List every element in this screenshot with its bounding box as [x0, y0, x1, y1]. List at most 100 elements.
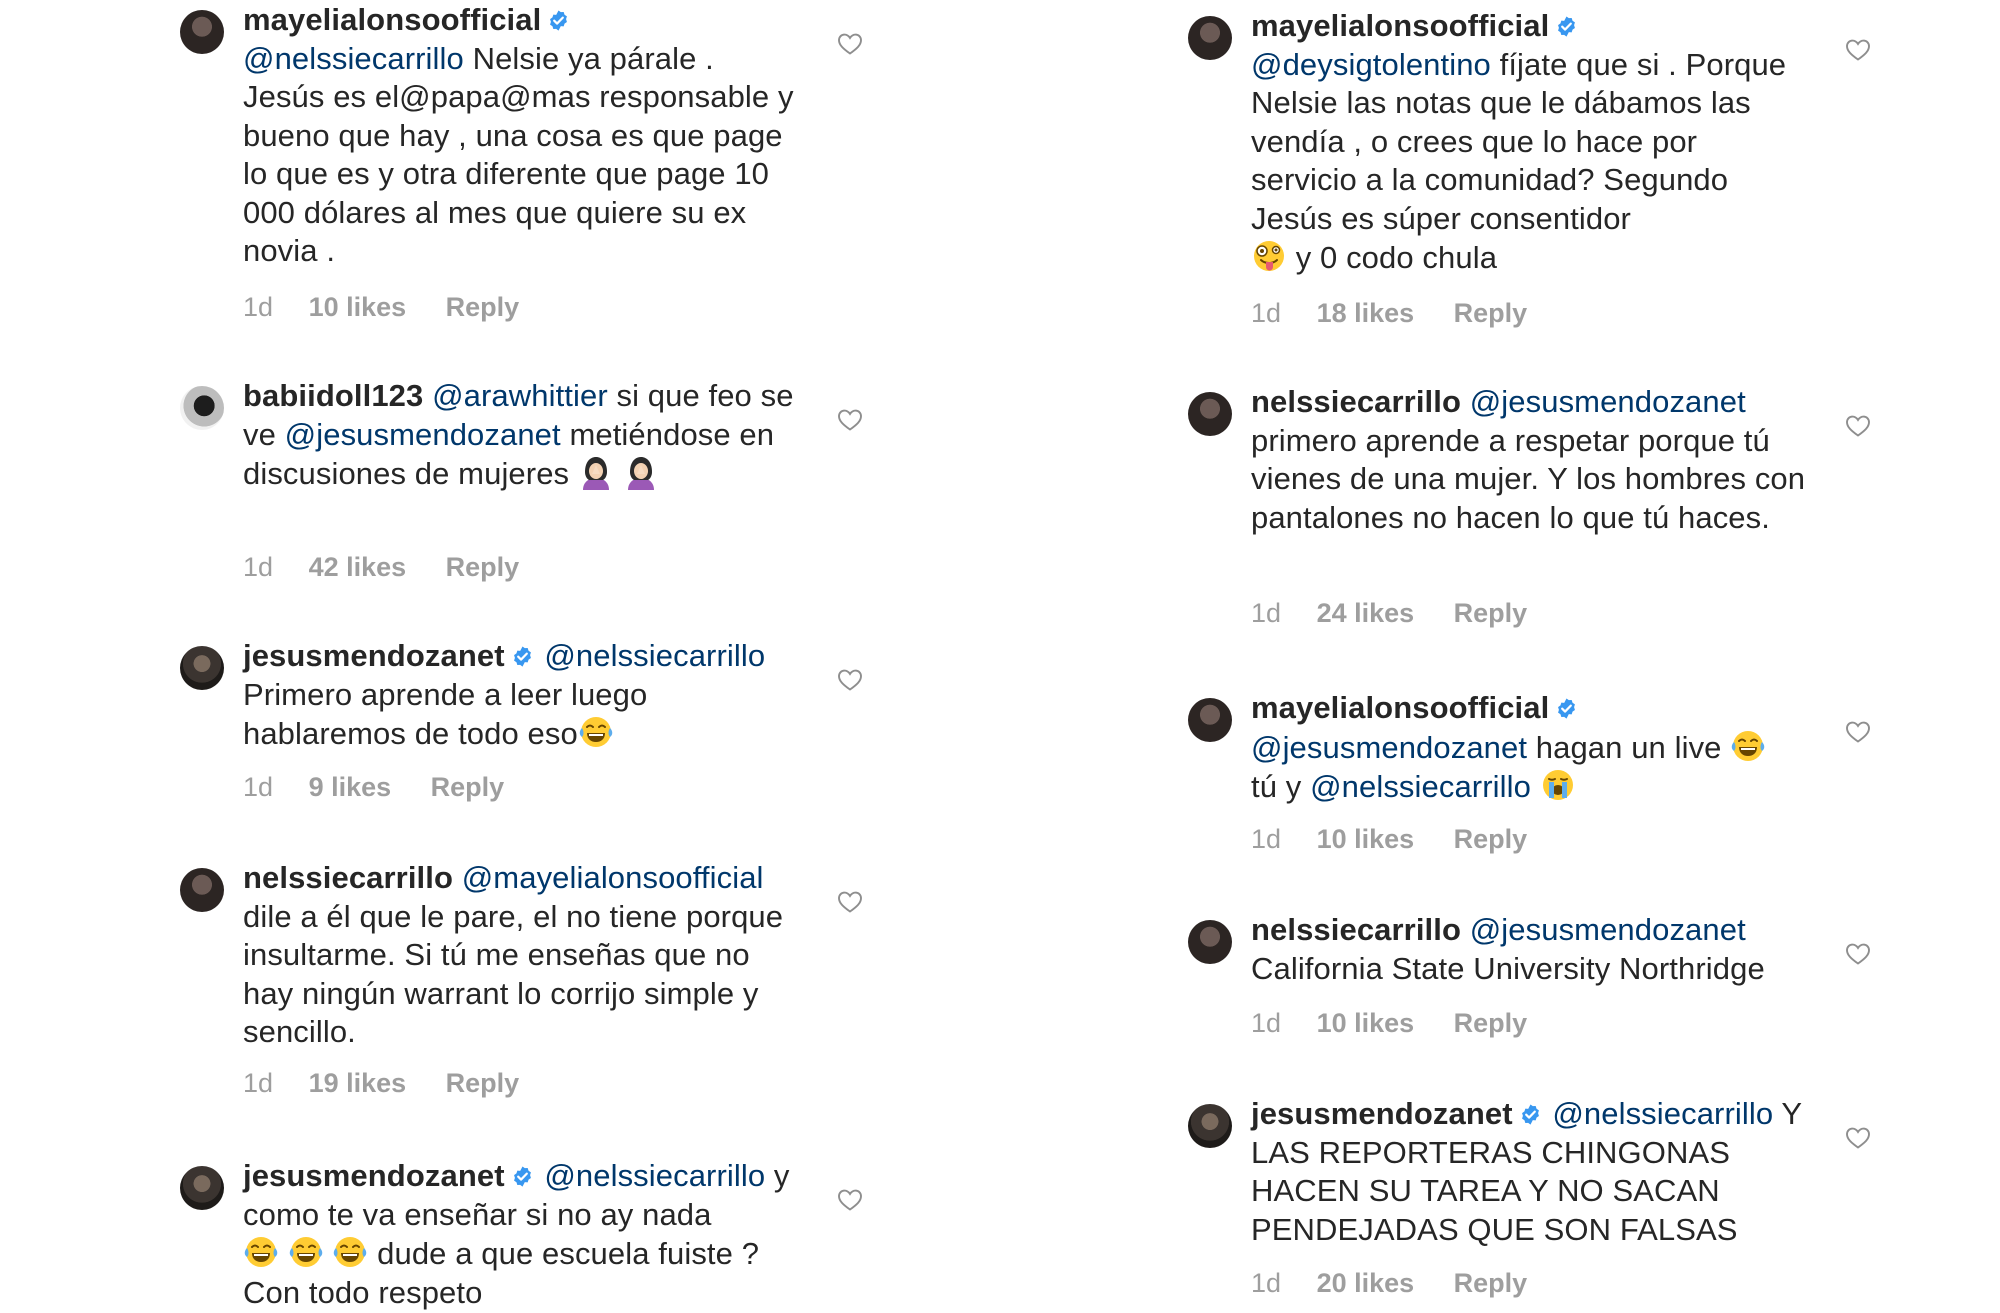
heart-outline-icon[interactable]	[837, 408, 863, 432]
timestamp: 1d	[243, 292, 274, 322]
comment-body: hagan un live	[1535, 729, 1722, 765]
comment-text: jesusmendozanet @nelssiecarrillo y como …	[243, 1157, 803, 1312]
avatar[interactable]	[1188, 392, 1232, 436]
heart-outline-icon[interactable]	[1845, 38, 1871, 62]
avatar[interactable]	[180, 386, 224, 430]
timestamp: 1d	[243, 552, 274, 582]
comment-text: nelssiecarrillo @jesusmendozanet Califor…	[1251, 911, 1811, 988]
comment-text: mayelialonsoofficial @nelssiecarrillo Ne…	[243, 1, 803, 271]
username[interactable]: mayelialonsoofficial	[1251, 8, 1549, 43]
reply-button[interactable]: Reply	[446, 1068, 520, 1098]
zany-face-emoji	[1251, 238, 1287, 274]
comment-meta: 1d 10 likes Reply	[1251, 824, 1559, 855]
username[interactable]: nelssiecarrillo	[243, 860, 453, 895]
mention-link[interactable]: @nelssiecarrillo	[544, 1158, 765, 1193]
comment-text: jesusmendozanet @nelssiecarrillo Y LAS R…	[1251, 1095, 1811, 1249]
timestamp: 1d	[1251, 298, 1282, 328]
mention-link[interactable]: @arawhittier	[432, 378, 608, 413]
laughing-tears-emoji	[1730, 728, 1766, 764]
heart-outline-icon[interactable]	[1845, 942, 1871, 966]
heart-outline-icon[interactable]	[837, 890, 863, 914]
verified-badge-icon	[511, 645, 534, 668]
username[interactable]: jesusmendozanet	[243, 638, 505, 673]
mention-link[interactable]: @mayelialonsoofficial	[462, 860, 764, 895]
comment-text: jesusmendozanet @nelssiecarrillo Primero…	[243, 637, 803, 754]
heart-outline-icon[interactable]	[837, 668, 863, 692]
avatar[interactable]	[1188, 16, 1232, 60]
comment-meta: 1d 9 likes Reply	[243, 772, 536, 803]
comment-body: y 0 codo chula	[1295, 240, 1498, 275]
verified-badge-icon	[1555, 15, 1578, 38]
likes-count[interactable]: 18 likes	[1317, 298, 1415, 328]
timestamp: 1d	[1251, 598, 1282, 628]
avatar[interactable]	[180, 10, 224, 54]
username[interactable]: jesusmendozanet	[1251, 1096, 1513, 1131]
likes-count[interactable]: 10 likes	[309, 292, 407, 322]
verified-badge-icon	[547, 9, 570, 32]
reply-button[interactable]: Reply	[446, 552, 520, 582]
heart-outline-icon[interactable]	[1845, 1126, 1871, 1150]
loudly-crying-emoji	[1540, 767, 1576, 803]
likes-count[interactable]: 24 likes	[1317, 598, 1415, 628]
reply-button[interactable]: Reply	[1454, 1268, 1528, 1298]
reply-button[interactable]: Reply	[1454, 598, 1528, 628]
mention-link[interactable]: @deysigtolentino	[1251, 47, 1491, 82]
reply-button[interactable]: Reply	[1454, 298, 1528, 328]
heart-outline-icon[interactable]	[1845, 720, 1871, 744]
likes-count[interactable]: 42 likes	[309, 552, 407, 582]
comment-text: nelssiecarrillo @jesusmendozanet primero…	[1251, 383, 1811, 537]
reply-button[interactable]: Reply	[431, 772, 505, 802]
likes-count[interactable]: 19 likes	[309, 1068, 407, 1098]
heart-outline-icon[interactable]	[837, 1188, 863, 1212]
avatar[interactable]	[180, 1166, 224, 1210]
avatar[interactable]	[180, 868, 224, 912]
timestamp: 1d	[243, 1068, 274, 1098]
mention-link[interactable]: @nelssiecarrillo	[544, 638, 765, 673]
likes-count[interactable]: 20 likes	[1317, 1268, 1415, 1298]
comment-meta: 1d 19 likes Reply	[243, 1068, 551, 1099]
username[interactable]: jesusmendozanet	[243, 1158, 505, 1193]
avatar[interactable]	[180, 646, 224, 690]
comment-meta: 1d 24 likes Reply	[1251, 598, 1559, 629]
username[interactable]: nelssiecarrillo	[1251, 384, 1461, 419]
username[interactable]: mayelialonsoofficial	[1251, 690, 1549, 725]
avatar[interactable]	[1188, 698, 1232, 742]
heart-outline-icon[interactable]	[1845, 414, 1871, 438]
timestamp: 1d	[1251, 824, 1282, 854]
comment-text: babiidoll123 @arawhittier si que feo se …	[243, 377, 803, 494]
username[interactable]: babiidoll123	[243, 378, 423, 413]
likes-count[interactable]: 10 likes	[1317, 824, 1415, 854]
reply-button[interactable]: Reply	[1454, 824, 1528, 854]
comment-meta: 1d 42 likes Reply	[243, 552, 551, 583]
username[interactable]: mayelialonsoofficial	[243, 2, 541, 37]
mention-link[interactable]: @nelssiecarrillo	[1310, 769, 1531, 804]
laughing-tears-emoji	[243, 1234, 279, 1270]
laughing-tears-emoji	[288, 1234, 324, 1270]
mention-link[interactable]: @jesusmendozanet	[1470, 912, 1746, 947]
avatar[interactable]	[1188, 1104, 1232, 1148]
timestamp: 1d	[1251, 1008, 1282, 1038]
comment-meta: 1d 18 likes Reply	[1251, 298, 1559, 329]
comment-body: dile a él que le pare, el no tiene porqu…	[243, 898, 784, 1050]
laughing-tears-emoji	[332, 1234, 368, 1270]
laughing-tears-emoji	[578, 714, 614, 750]
reply-button[interactable]: Reply	[446, 292, 520, 322]
mention-link[interactable]: @jesusmendozanet	[285, 417, 561, 452]
mention-link[interactable]: @nelssiecarrillo	[243, 41, 464, 76]
comment-body: primero aprende a respetar porque tú vie…	[1251, 422, 1806, 535]
mention-link[interactable]: @nelssiecarrillo	[1552, 1096, 1773, 1131]
comment-meta: 1d 10 likes Reply	[1251, 1008, 1559, 1039]
verified-badge-icon	[1519, 1103, 1542, 1126]
mention-link[interactable]: @jesusmendozanet	[1251, 730, 1527, 765]
likes-count[interactable]: 10 likes	[1317, 1008, 1415, 1038]
heart-outline-icon[interactable]	[837, 32, 863, 56]
mention-link[interactable]: @jesusmendozanet	[1470, 384, 1746, 419]
avatar[interactable]	[1188, 920, 1232, 964]
reply-button[interactable]: Reply	[1454, 1008, 1528, 1038]
comment-text: nelssiecarrillo @mayelialonsoofficial di…	[243, 859, 803, 1052]
likes-count[interactable]: 9 likes	[309, 772, 392, 802]
comment-text: mayelialonsoofficial @deysigtolentino fí…	[1251, 7, 1811, 278]
timestamp: 1d	[243, 772, 274, 802]
username[interactable]: nelssiecarrillo	[1251, 912, 1461, 947]
comment-body: tú y	[1251, 769, 1302, 804]
